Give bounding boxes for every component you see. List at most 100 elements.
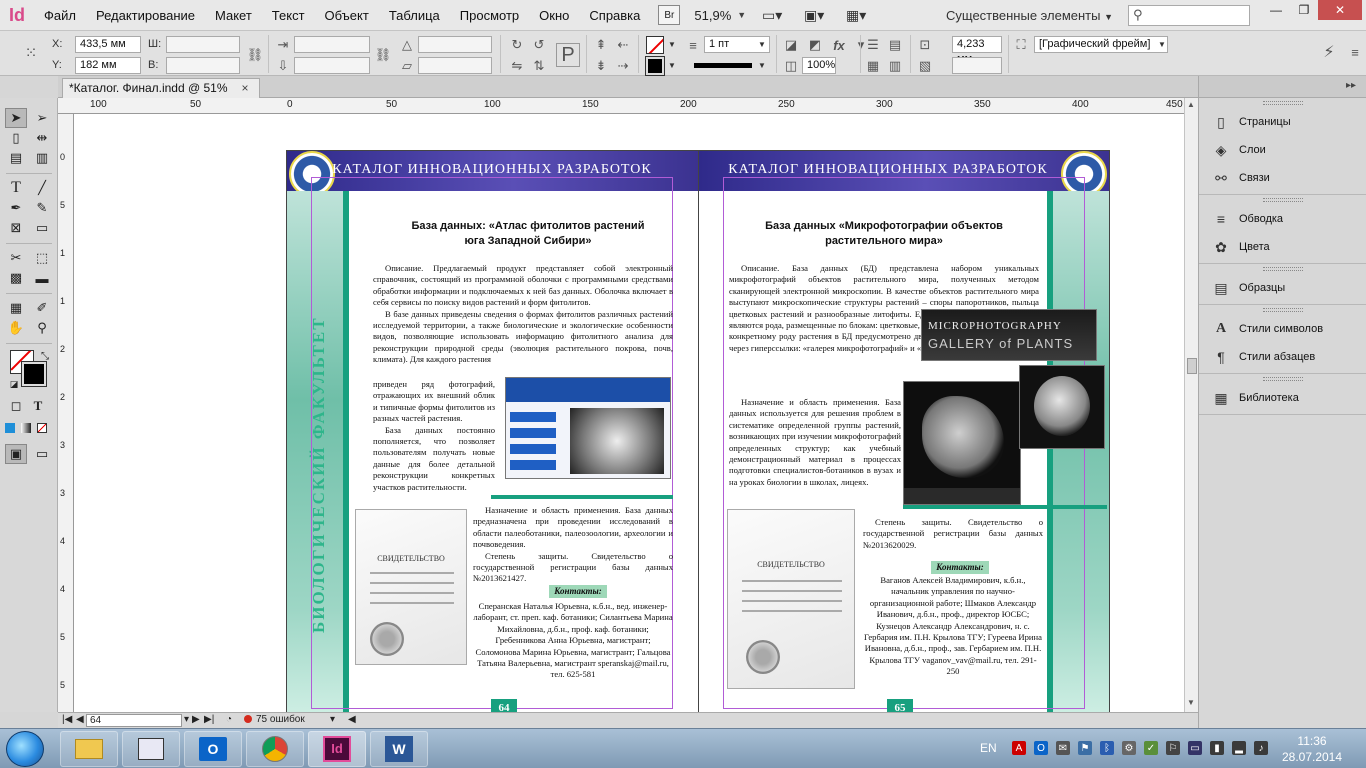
pollen-micrograph-image[interactable] xyxy=(903,381,1021,505)
network-tray-icon[interactable]: ✉ xyxy=(1056,741,1070,755)
scale-y-field[interactable] xyxy=(294,57,370,74)
chevron-down-icon[interactable]: ▼ xyxy=(668,61,676,70)
panel-grip[interactable] xyxy=(1199,98,1366,108)
screen-mode-icon[interactable]: ▣▾ xyxy=(798,4,830,26)
volume-tray-icon[interactable]: ♪ xyxy=(1254,741,1268,755)
spore-micrograph-image[interactable] xyxy=(1019,365,1105,449)
settings-tray-icon[interactable]: ⚙ xyxy=(1122,741,1136,755)
minimize-button[interactable]: — xyxy=(1262,0,1290,20)
zoom-tool-icon[interactable]: ⚲ xyxy=(31,318,53,338)
collapse-panels-icon[interactable]: ▸▸ xyxy=(1346,80,1356,91)
text-wrap-box-icon[interactable]: ▤ xyxy=(886,36,904,54)
file-explorer-icon[interactable] xyxy=(60,731,118,767)
hand-tool-icon[interactable]: ✋ xyxy=(5,318,27,338)
bluetooth-tray-icon[interactable]: ᛒ xyxy=(1100,741,1114,755)
scroll-down-icon[interactable]: ▼ xyxy=(1187,698,1195,707)
menu-view[interactable]: Просмотр xyxy=(450,0,529,31)
panel-links[interactable]: ⚯ Связи xyxy=(1199,164,1366,192)
text-wrap-none-icon[interactable]: ☰ xyxy=(864,36,882,54)
default-colors-icon[interactable]: ◪ xyxy=(3,374,25,394)
page-65[interactable]: КАТАЛОГ ИННОВАЦИОННЫХ РАЗРАБОТОК База да… xyxy=(698,150,1110,712)
fill-swatch[interactable] xyxy=(646,36,664,54)
menu-layout[interactable]: Макет xyxy=(205,0,262,31)
normal-view-icon[interactable]: ▣ xyxy=(5,444,27,464)
apply-gradient-icon[interactable] xyxy=(19,418,33,438)
zoom-level[interactable]: 51,9% xyxy=(694,8,731,23)
text-wrap-jump-icon[interactable]: ▥ xyxy=(886,57,904,75)
gradient-feather-tool-icon[interactable]: ▬ xyxy=(31,268,53,288)
chevron-down-icon[interactable]: ▼ xyxy=(737,10,746,20)
chevron-down-icon[interactable]: ▼ xyxy=(758,61,766,70)
panel-layers[interactable]: ◈ Слои xyxy=(1199,136,1366,164)
first-page-icon[interactable]: |◀ xyxy=(62,714,72,725)
close-icon[interactable]: × xyxy=(242,81,249,95)
height-field[interactable] xyxy=(166,57,240,74)
panel-paragraph-styles[interactable]: ¶ Стили абзацев xyxy=(1199,343,1366,371)
panel-grip[interactable] xyxy=(1199,264,1366,274)
maximize-button[interactable]: ❐ xyxy=(1290,0,1318,20)
signal-tray-icon[interactable]: ▂ xyxy=(1232,741,1246,755)
contacts-text[interactable]: Сперанская Наталья Юрьевна, к.б.н., вед.… xyxy=(473,601,673,681)
formatting-text-icon[interactable]: T xyxy=(27,396,49,416)
panel-grip[interactable] xyxy=(1199,374,1366,384)
type-tool-icon[interactable]: T xyxy=(5,178,27,198)
stroke-type-preview[interactable] xyxy=(694,63,752,68)
preview-mode-icon[interactable]: ▭ xyxy=(31,444,53,464)
view-options-icon[interactable]: ▭▾ xyxy=(756,4,788,26)
menu-window[interactable]: Окно xyxy=(529,0,579,31)
swap-colors-icon[interactable]: ⤡ xyxy=(34,346,56,366)
line-tool-icon[interactable]: ╱ xyxy=(31,178,53,198)
pen-tool-icon[interactable]: ✒ xyxy=(5,198,27,218)
constrain-scale-icon[interactable]: ⛓ xyxy=(374,46,392,64)
page-64[interactable]: КАТАЛОГ ИННОВАЦИОННЫХ РАЗРАБОТОК БИОЛОГИ… xyxy=(286,150,698,712)
close-window-button[interactable]: ✕ xyxy=(1318,0,1362,20)
menu-table[interactable]: Таблица xyxy=(379,0,450,31)
object-style-field[interactable]: [Графический фрейм] xyxy=(1034,36,1168,53)
rotate-ccw-icon[interactable]: ↺ xyxy=(530,36,548,54)
article-body-lower[interactable]: Назначение и область применения. База да… xyxy=(473,505,673,585)
flip-vertical-icon[interactable]: ⇅ xyxy=(530,57,548,75)
text-wrap-shape-icon[interactable]: ▦ xyxy=(864,57,882,75)
panel-color[interactable]: ✿ Цвета xyxy=(1199,233,1366,261)
page-number-field[interactable]: 64 xyxy=(86,714,182,727)
select-previous-icon[interactable]: ⇠ xyxy=(614,36,632,54)
article-body-narrow[interactable]: приведен ряд фотографий, отражающих их в… xyxy=(373,379,495,493)
panel-grip[interactable] xyxy=(1199,195,1366,205)
workspace-switcher[interactable]: Существенные элементы ▼ xyxy=(946,0,1113,31)
acrobat-tray-icon[interactable]: A xyxy=(1012,741,1026,755)
reference-point-icon[interactable]: ⁙ xyxy=(22,44,40,62)
certificate-image[interactable]: СВИДЕТЕЛЬСТВО xyxy=(727,509,855,689)
constrain-proportions-icon[interactable]: ⛓ xyxy=(246,46,264,64)
select-content-icon[interactable]: ⇟ xyxy=(592,57,610,75)
scroll-up-icon[interactable]: ▲ xyxy=(1187,100,1195,109)
panel-library[interactable]: ▦ Библиотека xyxy=(1199,384,1366,412)
panel-menu-icon[interactable]: ≡ xyxy=(1346,43,1364,61)
width-field[interactable] xyxy=(166,36,240,53)
certificate-image[interactable]: СВИДЕТЕЛЬСТВО xyxy=(355,509,467,665)
y-field[interactable]: 182 мм xyxy=(75,57,141,74)
contacts-text[interactable]: Ваганов Алексей Владимирович, к.б.н., на… xyxy=(863,575,1043,678)
rectangle-tool-icon[interactable]: ▭ xyxy=(31,218,53,238)
system-clock[interactable]: 11:36 28.07.2014 xyxy=(1280,733,1344,765)
scale-x-field[interactable] xyxy=(294,36,370,53)
panel-character-styles[interactable]: A Стили символов xyxy=(1199,315,1366,343)
pencil-tool-icon[interactable]: ✎ xyxy=(31,198,53,218)
flip-horizontal-icon[interactable]: ⇋ xyxy=(508,57,526,75)
opacity-field[interactable]: 100% xyxy=(802,57,836,74)
update-tray-icon[interactable]: ✓ xyxy=(1144,741,1158,755)
menu-file[interactable]: Файл xyxy=(34,0,86,31)
language-indicator[interactable]: EN xyxy=(980,741,997,755)
gallery-banner-image[interactable]: MICROPHOTOGRAPHY GALLERY of PLANTS xyxy=(921,309,1097,361)
apply-color-icon[interactable] xyxy=(3,418,17,438)
article-body-lower[interactable]: Степень защиты. Свидетельство о государс… xyxy=(863,517,1043,551)
fitting-field[interactable] xyxy=(952,57,1002,74)
scroll-left-icon[interactable]: ◀ xyxy=(348,714,356,725)
display-tray-icon[interactable]: ▭ xyxy=(1188,741,1202,755)
fitting-icon[interactable]: ▧ xyxy=(916,57,934,75)
select-next-icon[interactable]: ⇢ xyxy=(614,57,632,75)
quick-apply-icon[interactable]: ⚡ xyxy=(1320,43,1338,61)
document-tab[interactable]: *Каталог. Финал.indd @ 51% × xyxy=(62,78,260,98)
stroke-swatch[interactable] xyxy=(645,56,665,76)
menu-help[interactable]: Справка xyxy=(579,0,650,31)
outlook-tray-icon[interactable]: O xyxy=(1034,741,1048,755)
